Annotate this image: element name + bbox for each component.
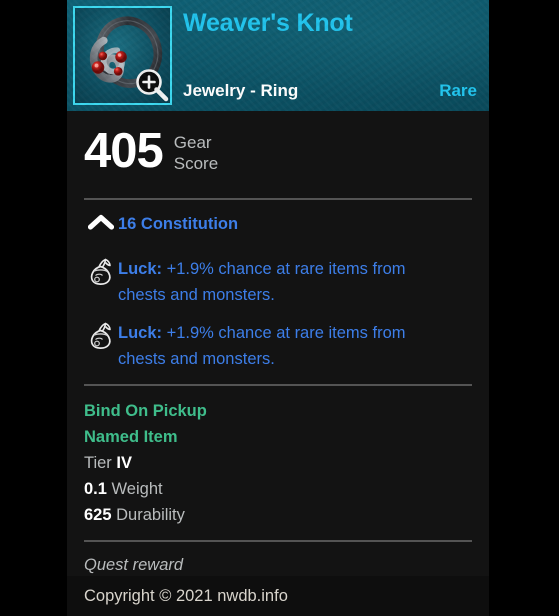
perk-description: Luck: +1.9% chance at rare items from ch… — [118, 256, 430, 308]
perk-effect: +1.9% chance at rare items from chests a… — [118, 324, 406, 368]
durability-line: 625 Durability — [84, 502, 472, 528]
item-subtitle-row: Jewelry - Ring Rare — [183, 81, 477, 101]
perk-row-luck-2[interactable]: Luck: +1.9% chance at rare items from ch… — [84, 320, 472, 372]
item-title-block: Weaver's Knot — [183, 8, 479, 38]
perk-row-luck-1[interactable]: Luck: +1.9% chance at rare items from ch… — [84, 256, 472, 308]
weight-label: Weight — [111, 480, 163, 498]
tier-line: Tier IV — [84, 450, 472, 476]
attribute-label: 16 Constitution — [118, 215, 239, 233]
copyright-text: Copyright © 2021 nwdb.info — [84, 586, 288, 605]
item-header: Weaver's Knot Jewelry - Ring Rare — [67, 0, 489, 111]
perk-effect: +1.9% chance at rare items from chests a… — [118, 260, 406, 304]
item-tooltip-panel: Weaver's Knot Jewelry - Ring Rare 405 Ge… — [67, 0, 489, 616]
gear-score-value: 405 — [84, 124, 164, 178]
bind-status: Bind On Pickup — [84, 402, 207, 420]
weight-line: 0.1 Weight — [84, 476, 472, 502]
item-thumbnail[interactable] — [73, 6, 172, 105]
item-meta-block: Bind On Pickup Named Item Tier IV 0.1 We… — [84, 386, 472, 528]
magnifier-zoom-in-icon[interactable] — [135, 68, 169, 102]
named-item-status: Named Item — [84, 428, 178, 446]
gear-score-row: 405 Gear Score — [84, 111, 472, 177]
item-type: Jewelry - Ring — [183, 81, 299, 100]
attribute-row-constitution[interactable]: 16 Constitution — [84, 212, 472, 244]
gear-score-label-line2: Score — [173, 154, 219, 173]
tier-label: Tier — [84, 454, 112, 472]
gear-score-label-line1: Gear — [173, 133, 212, 152]
attributes-and-perks-list: 16 Constitution Luck: +1.9% chance at ra… — [84, 200, 472, 372]
item-tooltip-body: 405 Gear Score 16 Constitution Luck: +1.… — [67, 111, 489, 578]
chevron-up-icon — [84, 212, 118, 244]
flavor-text: Quest reward — [84, 556, 184, 574]
panel-footer: Copyright © 2021 nwdb.info — [67, 576, 489, 616]
durability-label: Durability — [116, 506, 185, 524]
loot-bag-icon — [84, 256, 118, 288]
item-name: Weaver's Knot — [183, 9, 353, 37]
gear-score-label: Gear Score — [174, 132, 218, 174]
perk-description: Luck: +1.9% chance at rare items from ch… — [118, 320, 430, 372]
weight-value: 0.1 — [84, 480, 107, 498]
perk-name: Luck: — [118, 324, 163, 342]
perk-name: Luck: — [118, 260, 163, 278]
item-rarity-badge: Rare — [439, 81, 477, 100]
tier-value: IV — [116, 454, 132, 472]
loot-bag-icon — [84, 320, 118, 352]
durability-value: 625 — [84, 506, 112, 524]
